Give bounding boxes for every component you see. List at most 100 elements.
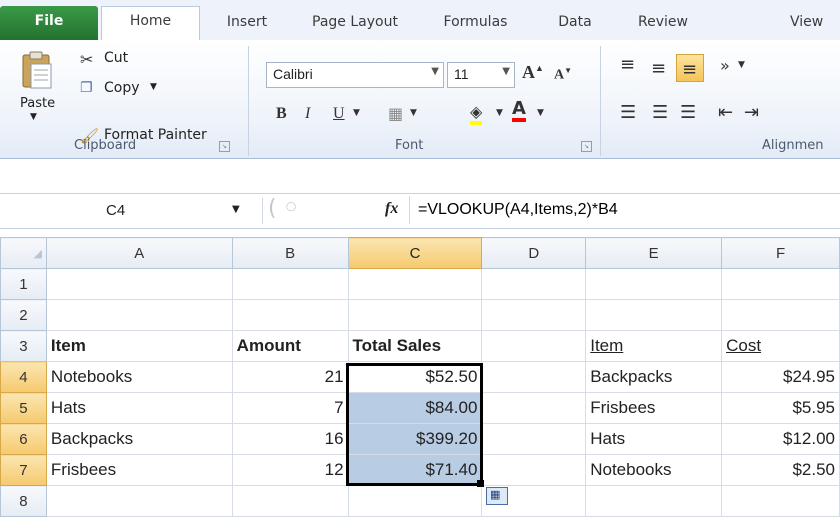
tab-page-layout[interactable]: Page Layout	[300, 8, 410, 39]
cell-e5[interactable]: Frisbees	[585, 392, 723, 424]
font-size-combo[interactable]: 11 ▼	[447, 62, 515, 88]
font-name-combo[interactable]: Calibri ▼	[266, 62, 444, 88]
tab-home[interactable]: Home	[101, 6, 200, 42]
chevron-down-icon[interactable]: ▼	[502, 66, 510, 77]
cell-e2[interactable]	[585, 299, 723, 331]
cell-e8[interactable]	[585, 485, 723, 517]
tab-data[interactable]: Data	[540, 8, 610, 39]
increase-indent-icon[interactable]: ⇥	[744, 102, 759, 123]
cell-b5[interactable]: 7	[231, 392, 349, 424]
cell-e4[interactable]: Backpacks	[585, 361, 723, 393]
tab-insert[interactable]: Insert	[212, 8, 282, 39]
row-header-6[interactable]: 6	[0, 423, 47, 455]
cell-c1[interactable]	[347, 268, 483, 300]
cell-d1[interactable]	[481, 268, 587, 300]
row-header-3[interactable]: 3	[0, 330, 47, 362]
cell-b1[interactable]	[231, 268, 349, 300]
copy-dropdown-arrow[interactable]: ▼	[150, 82, 157, 92]
italic-icon[interactable]: I	[305, 105, 310, 123]
cell-b4[interactable]: 21	[231, 361, 349, 393]
insert-function-icon[interactable]: fx	[385, 200, 398, 218]
cell-a6[interactable]: Backpacks	[45, 423, 233, 455]
cell-b2[interactable]	[231, 299, 349, 331]
row-header-4[interactable]: 4	[0, 361, 47, 393]
fill-handle[interactable]	[477, 480, 484, 487]
orientation-icon[interactable]: »	[720, 56, 730, 75]
row-header-2[interactable]: 2	[0, 299, 47, 331]
column-header-d[interactable]: D	[481, 237, 587, 269]
cell-f4[interactable]: $24.95	[721, 361, 840, 393]
cell-c3[interactable]: Total Sales	[347, 330, 483, 362]
tab-file[interactable]: File	[0, 6, 98, 40]
cell-f8[interactable]	[721, 485, 840, 517]
fill-color-dropdown-icon[interactable]: ▼	[496, 108, 503, 118]
formula-input[interactable]: =VLOOKUP(A4,Items,2)*B4	[418, 201, 618, 219]
cell-c6[interactable]: $399.20	[347, 423, 483, 455]
cell-d5[interactable]	[481, 392, 587, 424]
cell-f3[interactable]: Cost	[721, 330, 840, 362]
clipboard-dialog-launcher-icon[interactable]: ↘	[219, 141, 230, 152]
align-middle-icon[interactable]: ≡	[651, 58, 666, 79]
cell-f2[interactable]	[721, 299, 840, 331]
row-header-7[interactable]: 7	[0, 454, 47, 486]
orientation-dropdown-icon[interactable]: ▼	[738, 60, 745, 70]
auto-fill-options-button[interactable]: ▦	[486, 487, 508, 505]
cell-a7[interactable]: Frisbees	[45, 454, 233, 486]
cut-button[interactable]: ✂ Cut	[80, 50, 160, 72]
cell-d4[interactable]	[481, 361, 587, 393]
cell-d2[interactable]	[481, 299, 587, 331]
align-center-icon[interactable]: ☰	[652, 102, 668, 123]
column-header-b[interactable]: B	[231, 237, 349, 269]
cell-f5[interactable]: $5.95	[721, 392, 840, 424]
cell-e7[interactable]: Notebooks	[585, 454, 723, 486]
chevron-down-icon[interactable]: ▼	[431, 66, 439, 77]
align-left-icon[interactable]: ☰	[620, 102, 636, 123]
row-header-8[interactable]: 8	[0, 485, 47, 517]
cell-b6[interactable]: 16	[231, 423, 349, 455]
row-header-1[interactable]: 1	[0, 268, 47, 300]
cell-f1[interactable]	[721, 268, 840, 300]
borders-dropdown-icon[interactable]: ▼	[410, 108, 417, 118]
row-header-5[interactable]: 5	[0, 392, 47, 424]
cell-c5[interactable]: $84.00	[347, 392, 483, 424]
cell-f7[interactable]: $2.50	[721, 454, 840, 486]
cell-e3[interactable]: Item	[585, 330, 723, 362]
cell-f6[interactable]: $12.00	[721, 423, 840, 455]
paste-dropdown-arrow[interactable]: ▼	[30, 112, 37, 122]
name-box-dropdown-icon[interactable]: ▼	[232, 204, 240, 215]
cell-d6[interactable]	[481, 423, 587, 455]
font-dialog-launcher-icon[interactable]: ↘	[581, 141, 592, 152]
decrease-indent-icon[interactable]: ⇤	[718, 102, 733, 123]
column-header-c[interactable]: C	[347, 237, 483, 269]
cell-a5[interactable]: Hats	[45, 392, 233, 424]
font-color-dropdown-icon[interactable]: ▼	[537, 108, 544, 118]
bold-icon[interactable]: B	[276, 105, 287, 123]
cell-a1[interactable]	[45, 268, 233, 300]
cell-b7[interactable]: 12	[231, 454, 349, 486]
cell-b3[interactable]: Amount	[231, 330, 349, 362]
align-top-icon[interactable]: ≡	[620, 54, 635, 75]
tab-view[interactable]: View	[790, 8, 840, 39]
column-header-a[interactable]: A	[45, 237, 233, 269]
underline-dropdown-icon[interactable]: ▼	[353, 108, 360, 118]
align-right-icon[interactable]: ☰	[680, 102, 696, 123]
cell-a2[interactable]	[45, 299, 233, 331]
tab-review[interactable]: Review	[622, 8, 704, 39]
cell-c8[interactable]	[347, 485, 483, 517]
column-header-f[interactable]: F	[721, 237, 840, 269]
paste-button[interactable]: Paste ▼	[12, 46, 62, 134]
select-all-corner[interactable]: ◢	[0, 237, 47, 269]
fill-color-icon[interactable]: ◈	[470, 102, 483, 125]
cell-a8[interactable]	[45, 485, 233, 517]
borders-icon[interactable]: ▦	[388, 104, 403, 123]
cell-e1[interactable]	[585, 268, 723, 300]
copy-button[interactable]: ❐ Copy ▼	[80, 80, 180, 102]
align-bottom-button[interactable]: ≡	[676, 54, 704, 82]
font-color-icon[interactable]: A	[512, 100, 526, 122]
cell-b8[interactable]	[231, 485, 349, 517]
cell-c2[interactable]	[347, 299, 483, 331]
cell-d7[interactable]	[481, 454, 587, 486]
column-header-e[interactable]: E	[585, 237, 723, 269]
cell-e6[interactable]: Hats	[585, 423, 723, 455]
cell-c4[interactable]: $52.50	[347, 361, 483, 393]
